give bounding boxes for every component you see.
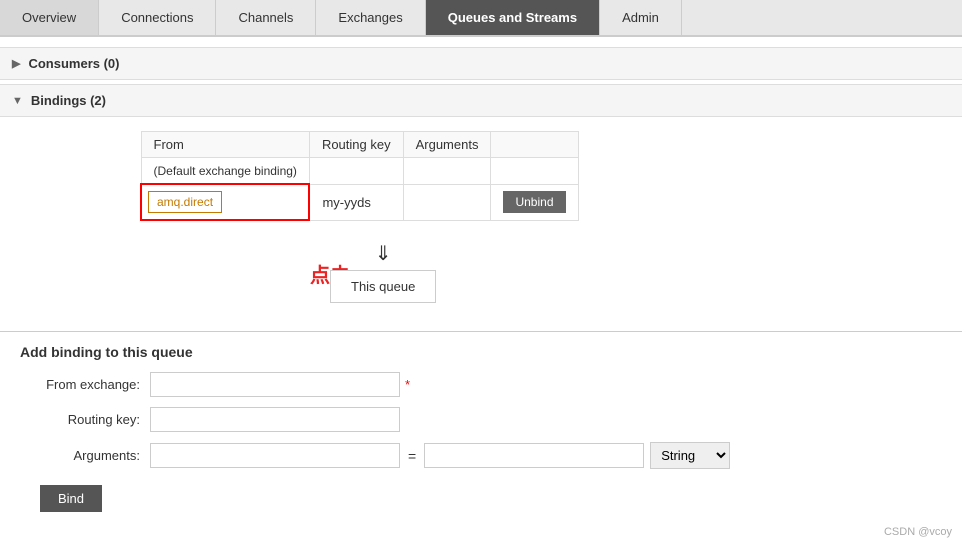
consumers-section-header[interactable]: ▶ Consumers (0) [0, 47, 962, 80]
bindings-section-label: Bindings (2) [31, 93, 106, 108]
routing-key-input[interactable] [150, 407, 400, 432]
binding-arguments-amq [403, 184, 491, 220]
from-exchange-input[interactable] [150, 372, 400, 397]
default-exchange-text: (Default exchange binding) [154, 164, 297, 178]
col-arguments: Arguments [403, 132, 491, 158]
tab-channels[interactable]: Channels [216, 0, 316, 35]
binding-routing-key-default [309, 158, 403, 185]
bind-button-row: Bind [20, 479, 942, 512]
unbind-button[interactable]: Unbind [503, 191, 565, 213]
col-actions [491, 132, 578, 158]
bind-button[interactable]: Bind [40, 485, 102, 512]
bindings-section-header[interactable]: ▼ Bindings (2) [0, 84, 962, 117]
consumers-arrow-icon: ▶ [12, 57, 20, 70]
amq-direct-link[interactable]: amq.direct [148, 191, 222, 213]
type-select[interactable]: String Number Boolean [650, 442, 730, 469]
routing-key-row: Routing key: [20, 407, 942, 432]
binding-actions-default [491, 158, 578, 185]
routing-key-label: Routing key: [20, 412, 150, 427]
binding-row-default: (Default exchange binding) [141, 158, 578, 185]
arrow-queue-area: ⇓ This queue [330, 241, 436, 303]
this-queue-button[interactable]: This queue [330, 270, 436, 303]
from-exchange-label: From exchange: [20, 377, 150, 392]
binding-from-amq: amq.direct [141, 184, 309, 220]
tab-overview[interactable]: Overview [0, 0, 99, 35]
binding-routing-key-amq: my-yyds [309, 184, 403, 220]
binding-arguments-default [403, 158, 491, 185]
arguments-row: Arguments: = String Number Boolean [20, 442, 942, 469]
down-arrow-icon: ⇓ [375, 241, 392, 266]
binding-row-amq: amq.direct my-yyds Unbind [141, 184, 578, 220]
footer: CSDN @vcoy [884, 526, 952, 538]
tab-exchanges[interactable]: Exchanges [316, 0, 425, 35]
add-binding-title: Add binding to this queue [20, 344, 942, 360]
main-content: ▶ Consumers (0) ▼ Bindings (2) From Rout… [0, 37, 962, 534]
arguments-value-input[interactable] [424, 443, 644, 468]
required-star: * [405, 377, 410, 392]
arguments-label: Arguments: [20, 448, 150, 463]
col-routing-key: Routing key [309, 132, 403, 158]
binding-from-default: (Default exchange binding) [141, 158, 309, 185]
tab-queues-and-streams[interactable]: Queues and Streams [426, 0, 600, 35]
bindings-table: From Routing key Arguments (Default exch… [140, 131, 579, 221]
tab-admin[interactable]: Admin [600, 0, 682, 35]
add-binding-section: Add binding to this queue From exchange:… [0, 331, 962, 524]
from-exchange-row: From exchange: * [20, 372, 942, 397]
tab-connections[interactable]: Connections [99, 0, 216, 35]
binding-actions-amq: Unbind [491, 184, 578, 220]
tab-bar: Overview Connections Channels Exchanges … [0, 0, 962, 37]
arguments-key-input[interactable] [150, 443, 400, 468]
col-from: From [141, 132, 309, 158]
equals-sign: = [408, 448, 416, 464]
flow-area: 点击 ⇓ This queue [20, 231, 942, 311]
bindings-area: From Routing key Arguments (Default exch… [0, 121, 962, 321]
consumers-section-label: Consumers (0) [28, 56, 119, 71]
bindings-arrow-icon: ▼ [12, 95, 23, 107]
